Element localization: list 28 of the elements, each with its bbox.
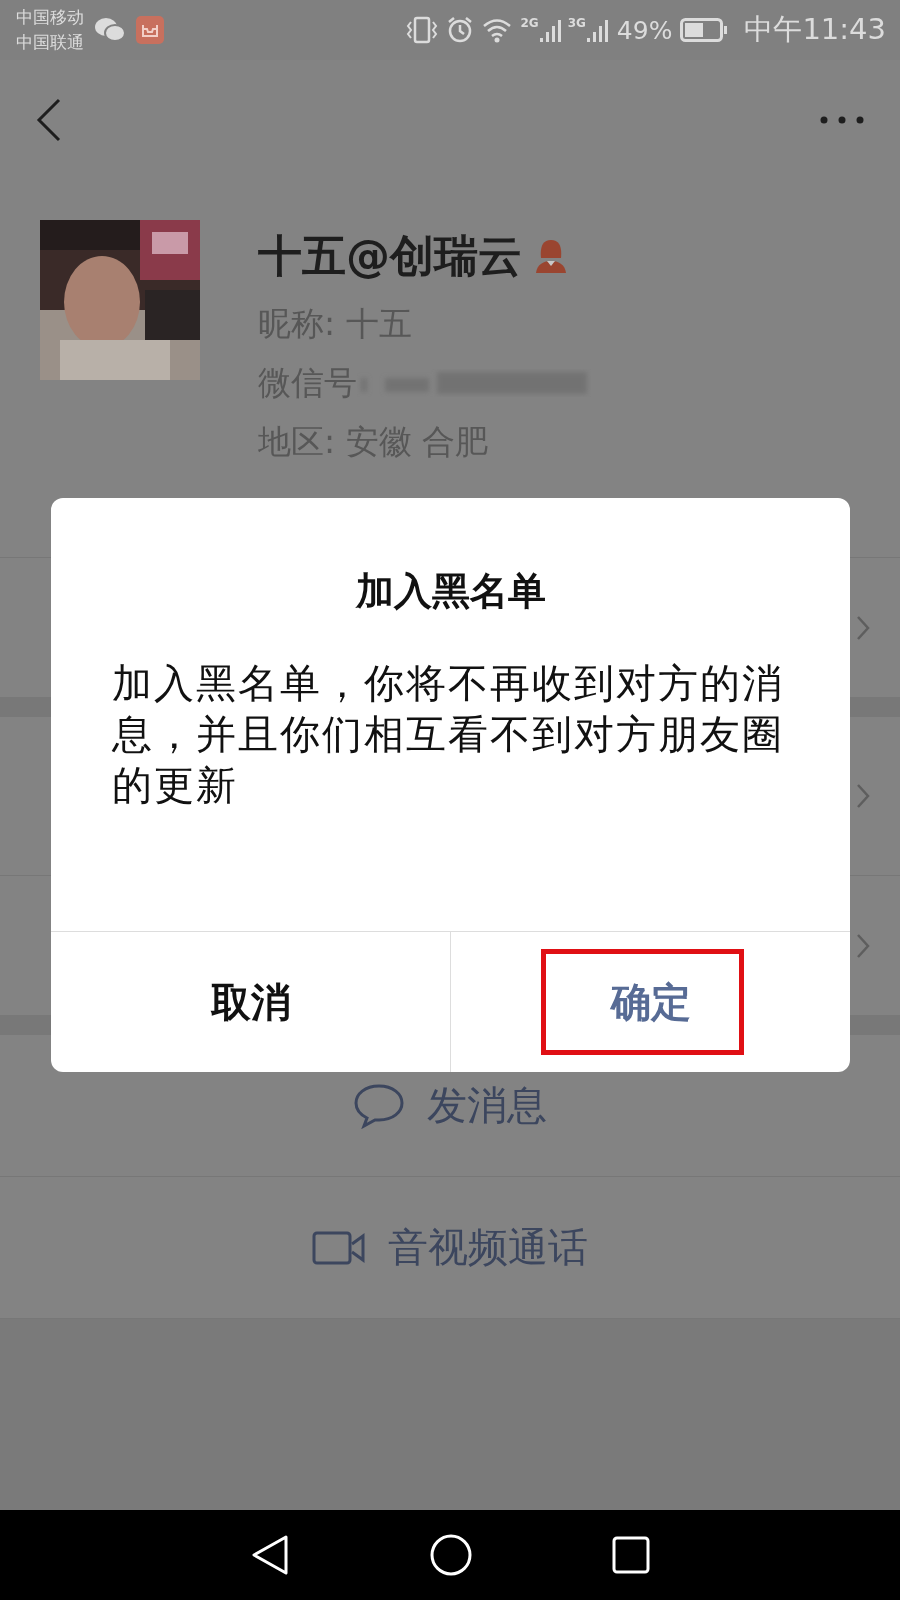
dialog-title: 加入黑名单 — [355, 568, 546, 614]
recent-apps-square-icon[interactable] — [612, 1536, 650, 1574]
signal-icon — [539, 17, 562, 43]
back-triangle-icon[interactable] — [250, 1534, 290, 1576]
female-user-icon — [534, 238, 568, 274]
chat-bubble-icon — [353, 1082, 405, 1129]
carrier-name: 中国联通 — [16, 31, 84, 54]
vibrate-icon — [406, 16, 439, 44]
video-camera-icon — [312, 1230, 366, 1265]
more-icon[interactable] — [820, 116, 864, 124]
contact-name: 十五@创瑞云 — [258, 229, 522, 283]
battery-icon — [680, 18, 729, 42]
carrier-name: 中国移动 — [16, 6, 84, 29]
mail-notification-icon — [136, 16, 164, 44]
signal-icon — [586, 17, 609, 43]
chevron-icon — [856, 614, 870, 641]
dialog-message: 加入黑名单，你将不再收到对方的消息，并且你们相互看不到对方朋友圈的更新 — [112, 659, 785, 810]
wifi-icon — [482, 17, 513, 43]
battery-percent: 49% — [616, 15, 673, 45]
home-circle-icon[interactable] — [430, 1534, 472, 1576]
network-type: 2G — [520, 17, 539, 29]
back-icon[interactable] — [36, 98, 62, 142]
clock: 中午11:43 — [744, 11, 886, 48]
confirm-button[interactable]: 确定 — [450, 932, 850, 1072]
network-type: 3G — [567, 17, 586, 29]
chevron-icon — [856, 783, 870, 809]
cancel-button[interactable]: 取消 — [51, 932, 450, 1072]
chevron-icon — [856, 932, 870, 959]
